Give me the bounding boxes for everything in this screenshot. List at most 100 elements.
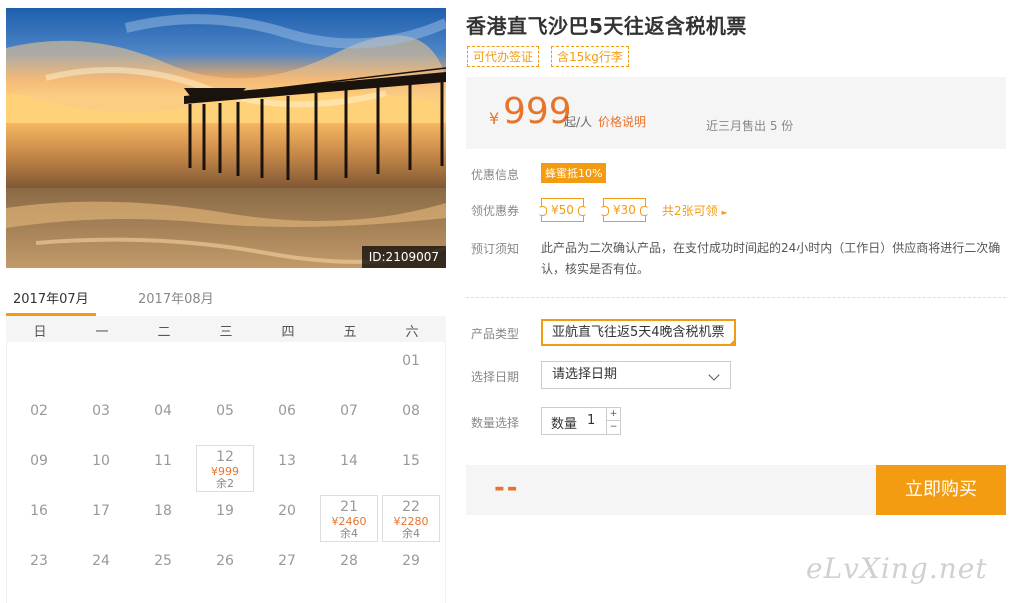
calendar-day: 11	[134, 445, 192, 492]
day-number: 27	[278, 553, 296, 569]
weekday-label: 二	[157, 325, 171, 340]
notice-label: 预订须知	[471, 242, 520, 256]
tab-month-august[interactable]: 2017年08月	[138, 288, 214, 307]
day-number: 14	[340, 453, 358, 469]
day-remaining: 余2	[216, 477, 234, 490]
day-remaining: 余4	[402, 527, 420, 540]
calendar-day: 09	[10, 445, 68, 492]
day-number: 13	[278, 453, 296, 469]
day-number: 17	[92, 503, 110, 519]
product-type-value: 亚航直飞往返5天4晚含税机票	[552, 325, 725, 340]
coupon-30[interactable]: ¥30	[600, 198, 649, 222]
day-number: 22	[402, 499, 420, 515]
product-title: 香港直飞沙巴5天往返含税机票	[466, 14, 747, 38]
booking-notice: 此产品为二次确认产品，在支付成功时间起的24小时内（工作日）供应商将进行二次确认…	[541, 241, 1001, 276]
price-explain-link[interactable]: 价格说明	[598, 113, 646, 130]
product-type-label: 产品类型	[471, 327, 520, 341]
day-number: 05	[216, 403, 234, 419]
calendar-day: 16	[10, 495, 68, 542]
quantity-decrement-button[interactable]: −	[606, 421, 620, 434]
tab-month-july[interactable]: 2017年07月	[13, 288, 89, 307]
day-number: 23	[30, 553, 48, 569]
quantity-increment-button[interactable]: +	[606, 408, 620, 421]
weekday-label: 六	[405, 325, 419, 340]
day-number: 01	[402, 353, 420, 369]
site-watermark: eLvXing.net	[806, 552, 988, 585]
date-select[interactable]: 请选择日期	[541, 361, 731, 389]
sunset-pier-image	[6, 8, 446, 268]
calendar-day: 08	[382, 395, 440, 442]
calendar-day: 15	[382, 445, 440, 492]
day-number: 28	[340, 553, 358, 569]
day-number: 04	[154, 403, 172, 419]
calendar-day: 04	[134, 395, 192, 442]
day-number: 18	[154, 503, 172, 519]
calendar-day: 05	[196, 395, 254, 442]
calendar-day: 18	[134, 495, 192, 542]
product-type-option[interactable]: 亚航直飞往返5天4晚含税机票	[541, 319, 736, 346]
calendar-day: 10	[72, 445, 130, 492]
caret-right-icon: ►	[721, 208, 728, 217]
total-price: --	[494, 473, 520, 503]
promo-label: 优惠信息	[471, 168, 520, 182]
calendar-day: 06	[258, 395, 316, 442]
calendar-day: 13	[258, 445, 316, 492]
weekday-label: 四	[281, 325, 295, 340]
weekday-label: 一	[95, 325, 109, 340]
quantity-label: 数量选择	[471, 416, 520, 430]
product-photo: ID:2109007	[6, 8, 446, 268]
day-number: 09	[30, 453, 48, 469]
day-number: 03	[92, 403, 110, 419]
promo-badge: 蜂蜜抵10%	[541, 163, 607, 183]
calendar-day: 01	[382, 345, 440, 392]
date-select-label: 选择日期	[471, 370, 520, 384]
day-number: 19	[216, 503, 234, 519]
calendar-day: 28	[320, 545, 378, 592]
day-number: 29	[402, 553, 420, 569]
day-number: 16	[30, 503, 48, 519]
calendar-day: 17	[72, 495, 130, 542]
quantity-stepper: 数量 1 + −	[541, 407, 621, 435]
day-number: 07	[340, 403, 358, 419]
selected-corner-icon	[727, 338, 736, 346]
calendar-day: 29	[382, 545, 440, 592]
day-number: 24	[92, 553, 110, 569]
coupon-claim-link[interactable]: 共2张可领 ►	[662, 202, 728, 219]
calendar-day: 27	[258, 545, 316, 592]
calendar-day-available[interactable]: 21 ¥2460 余4	[320, 495, 378, 542]
coupon-50[interactable]: ¥50	[538, 198, 587, 222]
calendar-grid: 01 02 03 04 05 06 07 08 09 10 11 12 ¥999 余2 13 14 15 16 17…	[6, 342, 446, 603]
calendar-day: 03	[72, 395, 130, 442]
calendar-day: 20	[258, 495, 316, 542]
quantity-value[interactable]: 1	[587, 413, 595, 428]
calendar-day: 07	[320, 395, 378, 442]
total-bar: --	[466, 465, 876, 515]
day-number: 08	[402, 403, 420, 419]
calendar-day: 14	[320, 445, 378, 492]
section-divider	[466, 297, 1006, 298]
coupon-claim-text: 共2张可领	[662, 204, 718, 218]
day-number: 02	[30, 403, 48, 419]
day-number: 10	[92, 453, 110, 469]
buy-now-button[interactable]: 立即购买	[876, 465, 1006, 515]
day-number: 12	[216, 449, 234, 465]
image-id-badge: ID:2109007	[361, 246, 446, 268]
price-unit: 起/人	[564, 115, 593, 129]
weekday-label: 日	[33, 325, 47, 340]
date-select-value: 请选择日期	[552, 367, 618, 382]
calendar-day: 26	[196, 545, 254, 592]
calendar-day-available[interactable]: 12 ¥999 余2	[196, 445, 254, 492]
price-amount: 999	[503, 91, 572, 132]
currency-symbol: ¥	[489, 109, 500, 128]
day-number: 06	[278, 403, 296, 419]
day-number: 21	[340, 499, 358, 515]
quantity-inner-label: 数量	[551, 417, 578, 432]
calendar-day: 02	[10, 395, 68, 442]
day-remaining: 余4	[340, 527, 358, 540]
day-number: 11	[154, 453, 172, 469]
calendar-day: 24	[72, 545, 130, 592]
calendar-day: 23	[10, 545, 68, 592]
day-number: 15	[402, 453, 420, 469]
weekday-label: 三	[219, 325, 233, 340]
calendar-day-available[interactable]: 22 ¥2280 余4	[382, 495, 440, 542]
